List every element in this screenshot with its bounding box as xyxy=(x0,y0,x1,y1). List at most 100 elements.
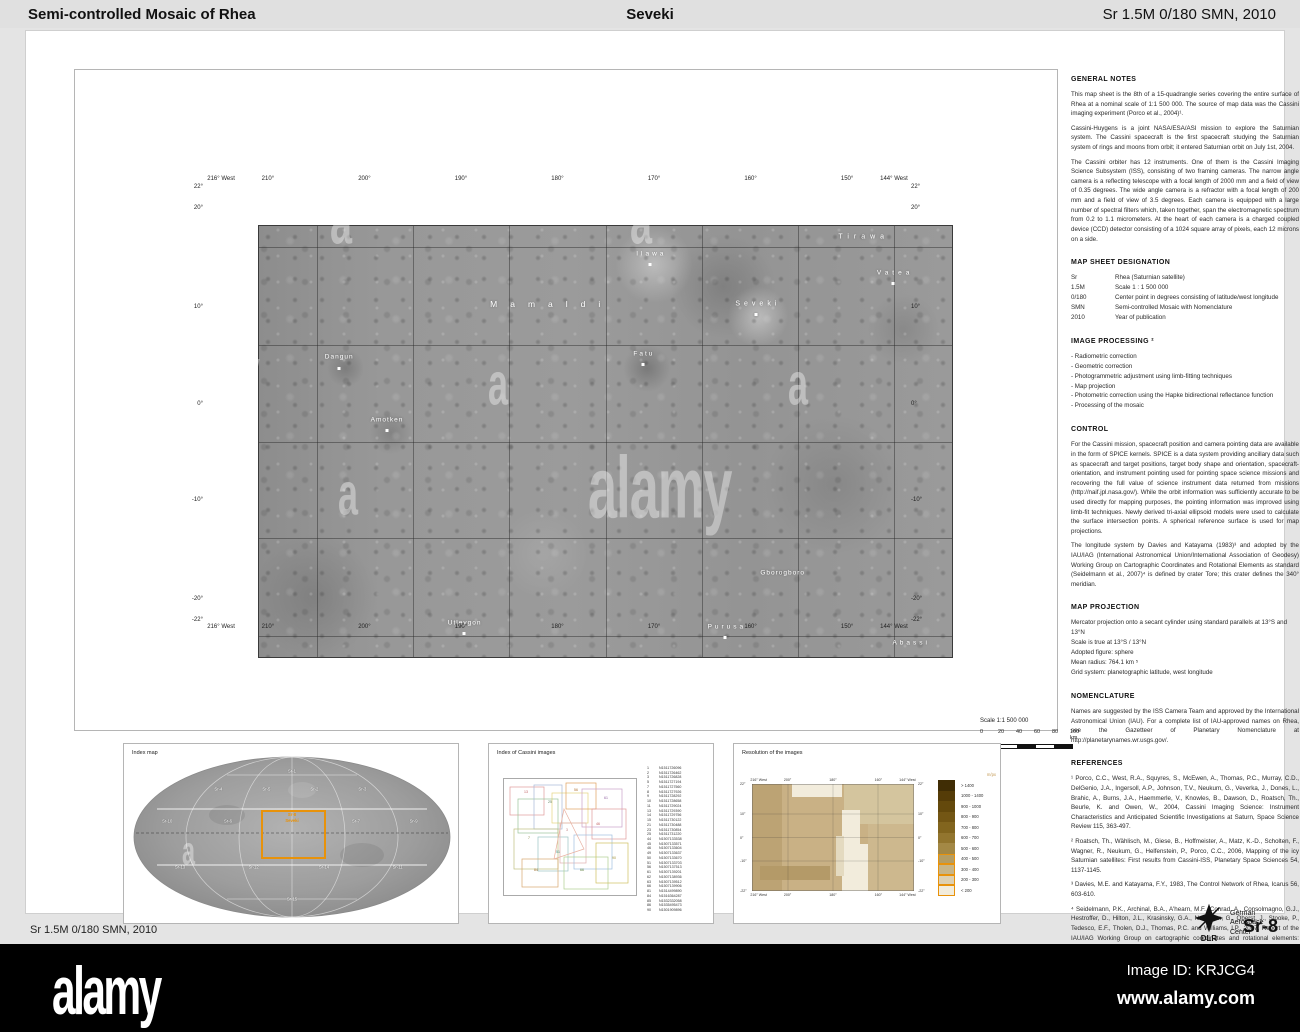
page: Semi-controlled Mosaic of Rhea Seveki Sr… xyxy=(0,0,1300,1032)
resolution-lat-label: -10° xyxy=(918,859,925,864)
legend-label: 400 - 500 xyxy=(961,856,979,862)
feature-label: Abassi xyxy=(892,639,930,647)
svg-text:90: 90 xyxy=(612,856,616,860)
legend-swatch xyxy=(938,780,955,791)
latitude-label: 0° xyxy=(911,400,917,407)
longitude-label: 160° xyxy=(744,624,757,630)
svg-text:46: 46 xyxy=(596,822,600,826)
quad-label: Sr-6 xyxy=(224,818,232,823)
feature-label: Tirawa xyxy=(838,233,890,241)
quad-label: Sr-9 xyxy=(410,818,418,823)
designation-row: 2010 Year of publication xyxy=(1071,313,1278,323)
legend-label: 1000 - 1400 xyxy=(961,793,984,799)
dlr-logo-icon: DLR xyxy=(1194,903,1224,943)
resolution-lat-label: 10° xyxy=(740,811,746,816)
section-line: - Geometric correction xyxy=(1071,362,1133,370)
alamy-watermark: alamy xyxy=(588,439,732,538)
sidebar-section: GENERAL NOTES This map sheet is the 8th o… xyxy=(1071,76,1299,244)
legend-label: 500 - 600 xyxy=(961,845,979,851)
alamy-bar: alamy Image ID: KRJCG4 www.alamy.com xyxy=(0,944,1300,1032)
quad-id: Sr-14 xyxy=(318,863,330,869)
legend-row: 200 - 300 xyxy=(938,874,996,885)
designation-row: SMN Semi-controlled Mosaic with Nomenclat… xyxy=(1071,303,1278,313)
svg-text:66: 66 xyxy=(580,868,584,872)
section-line: - Map projection xyxy=(1071,382,1116,390)
cassini-image-list: 1 N1511726096 2 N1511726462 3 N1511726828 5 N15… xyxy=(647,766,682,913)
quad-id: Sr-1 xyxy=(288,768,296,774)
cassini-index-title: Index of Cassini images xyxy=(497,750,556,756)
section-line: Mean radius: 764.1 km ⁵ xyxy=(1071,659,1139,667)
section-paragraph: ³ Davies, M.E. and Katayama, F.Y., 1983,… xyxy=(1071,881,1299,899)
feature-marker xyxy=(754,313,758,317)
resolution-lat-label: 10° xyxy=(918,811,924,816)
designation-row: 0/180 Center point in degrees consisting … xyxy=(1071,293,1278,303)
cassini-image-row: 90 N1501909896 xyxy=(647,908,682,913)
legend-row: > 1400 xyxy=(938,780,996,791)
alamy-watermark: a xyxy=(788,352,808,418)
sheet-header: Semi-controlled Mosaic of Rhea Seveki Sr… xyxy=(0,0,1300,28)
quad-label: Sr-3 xyxy=(358,787,366,792)
quad-id: Sr-7 xyxy=(352,817,360,823)
latitude-label: 22° xyxy=(193,184,203,190)
section-line: - Radiometric correction xyxy=(1071,352,1137,360)
latitude-label: 20° xyxy=(193,204,203,211)
latitude-label: -20° xyxy=(191,596,203,603)
feature-label: Dangun xyxy=(324,353,354,361)
latitude-label: 10° xyxy=(193,303,203,310)
resolution-lon-label: 216° West xyxy=(750,893,767,897)
legend-label: 600 - 700 xyxy=(961,835,979,841)
sidebar-section: NOMENCLATURE Names are suggested by the I… xyxy=(1071,693,1299,745)
quad-label: Sr-1 xyxy=(288,769,296,774)
feature-marker xyxy=(648,263,652,267)
scale-segment xyxy=(1035,745,1054,748)
alamy-watermark: amy xyxy=(168,331,260,419)
svg-text:51: 51 xyxy=(556,850,560,854)
quad-id: Sr-2 xyxy=(310,786,319,792)
resolution-title: Resolution of the images xyxy=(742,750,803,756)
quad-label: Sr-12 xyxy=(248,864,258,869)
quad-id: Sr-12 xyxy=(248,863,259,869)
legend-swatch xyxy=(938,885,955,896)
notes-sidebar: GENERAL NOTES This map sheet is the 8th o… xyxy=(1071,76,1299,1032)
legend-swatch xyxy=(938,874,955,885)
quad-label: Sr-15 xyxy=(287,897,297,902)
legend-row: 1000 - 1400 xyxy=(938,790,996,801)
designation-value: Center point in degrees consisting of la… xyxy=(1115,293,1279,301)
resolution-lat-label: -22° xyxy=(918,889,925,893)
legend-label: > 1400 xyxy=(961,782,974,788)
sidebar-section: CONTROL For the Cassini mission, spacecra… xyxy=(1071,426,1299,589)
alamy-watermark: a xyxy=(488,352,508,418)
designation-row: 1.5M Scale 1 : 1 500 000 xyxy=(1071,283,1278,293)
cassini-footprints-diagram: 13 25 56 61 7 3 46 84 66 90 51 xyxy=(503,778,637,896)
alamy-watermark: a xyxy=(182,828,195,873)
legend-swatch xyxy=(938,832,955,843)
designation-key: SMN xyxy=(1071,303,1085,311)
parallel-line xyxy=(259,246,952,248)
legend-row: 900 - 1000 xyxy=(938,801,996,812)
alamy-watermark: a xyxy=(338,462,358,528)
resolution-lat-label: 22° xyxy=(740,782,746,786)
quad-id: Sr-11 xyxy=(392,863,403,869)
quad-label: Sr-10 xyxy=(162,818,172,823)
resolution-lat-label: -22° xyxy=(740,889,747,893)
scale-tick: 20 xyxy=(998,729,1005,735)
feature-label: Amotken xyxy=(370,416,404,424)
footer-designation: Sr 1.5M 0/180 SMN, 2010 xyxy=(30,924,158,936)
section-heading: MAP SHEET DESIGNATION xyxy=(1071,259,1171,267)
longitude-label: 150° xyxy=(840,624,854,630)
designation-table: Sr Rhea (Saturnian satellite) 1.5M Scale 1 … xyxy=(1071,273,1278,323)
resolution-lon-label: 144° West xyxy=(899,893,916,897)
alamy-logo: alamy xyxy=(52,953,162,1029)
longitude-label: 180° xyxy=(551,176,564,182)
section-line: Grid system: planetographic latitude, we… xyxy=(1071,669,1213,677)
quad-label: Sr-2 xyxy=(310,787,318,792)
legend-label: 900 - 1000 xyxy=(961,803,982,809)
cassini-image-number: 90 xyxy=(647,908,651,913)
alamy-watermark: a xyxy=(330,185,352,259)
designation-row: Sr Rhea (Saturnian satellite) xyxy=(1071,273,1278,283)
resolution-lon-label: 216° West xyxy=(750,778,767,782)
resolution-lat-label: 22° xyxy=(918,782,924,786)
feature-label: Fatu xyxy=(633,350,655,358)
resolution-lat-label: 0° xyxy=(918,835,922,840)
svg-text:3: 3 xyxy=(566,828,568,832)
